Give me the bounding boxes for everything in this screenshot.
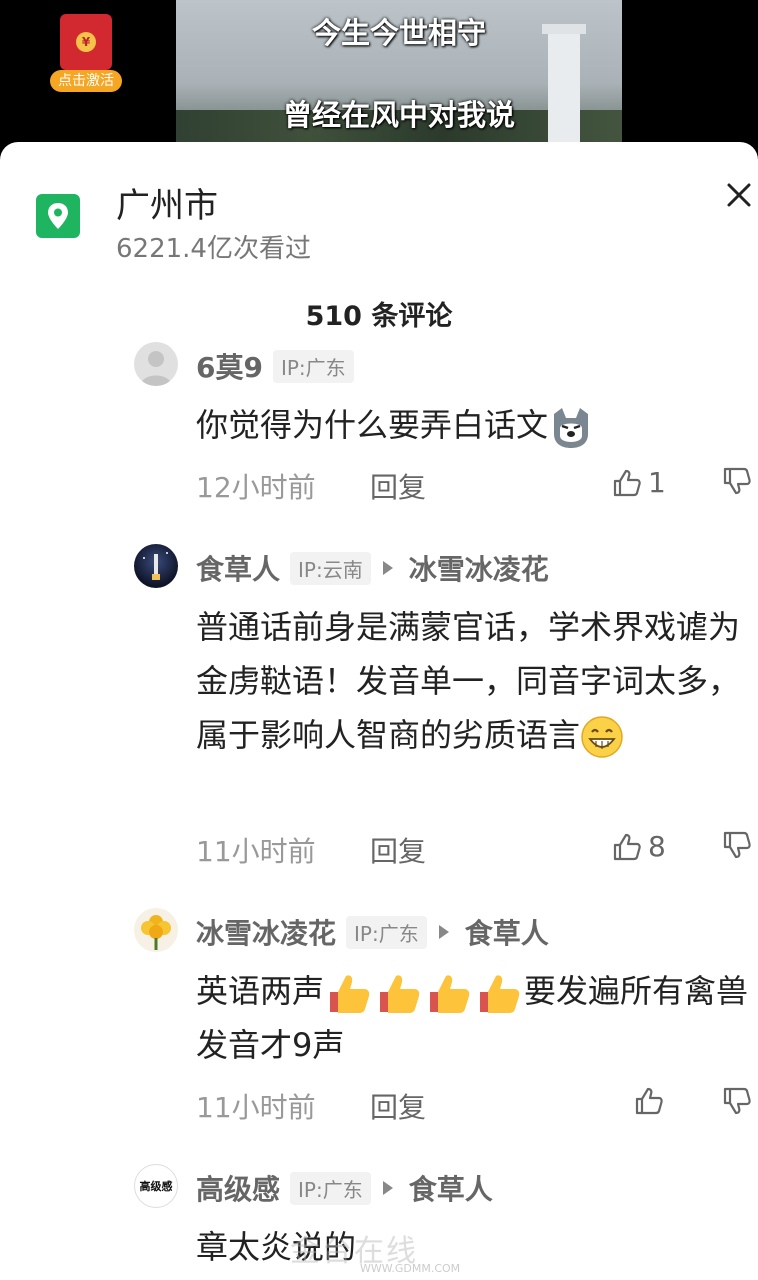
thumbs-up-emoji-icon xyxy=(480,975,520,1013)
ip-badge: IP:广东 xyxy=(290,1171,371,1205)
comment-text: 章太炎说的 xyxy=(196,1220,758,1274)
video-lyric-line-2: 曾经在风中对我说 xyxy=(282,98,515,132)
video-preview[interactable]: 今生今世相守 曾经在风中对我说 xyxy=(176,0,622,150)
ip-badge: IP:广东 xyxy=(346,915,427,949)
location-title[interactable]: 广州市 xyxy=(116,178,218,227)
close-icon xyxy=(727,183,751,207)
thumbs-down-icon xyxy=(723,467,751,495)
comment-time: 11小时前 xyxy=(196,835,316,868)
comment-text: 你觉得为什么要弄白话文 xyxy=(196,398,758,452)
flower-avatar-icon xyxy=(141,915,171,950)
ip-badge: IP:广东 xyxy=(272,349,354,383)
rocket-avatar-icon xyxy=(143,552,168,580)
location-pin-icon xyxy=(36,194,80,238)
reply-button[interactable]: 回复 xyxy=(370,830,426,870)
default-avatar-icon xyxy=(140,351,172,386)
reply-to-user[interactable]: 食草人 xyxy=(465,912,549,952)
like-count: 8 xyxy=(648,830,666,863)
like-count: 1 xyxy=(648,466,666,499)
comment-author[interactable]: 冰雪冰凌花 xyxy=(196,912,336,952)
red-packet-button[interactable]: ¥ 点击激活 xyxy=(50,14,122,92)
coin-icon: ¥ xyxy=(76,32,96,52)
reply-arrow-icon xyxy=(438,925,449,939)
avatar[interactable] xyxy=(134,544,178,588)
comment-text: 普通话前身是满蒙官话，学术界戏谑为金虏鞑语！发音单一，同音字词太多，属于影响人智… xyxy=(196,600,758,762)
reply-to-user[interactable]: 食草人 xyxy=(409,1168,493,1208)
thumbs-up-icon xyxy=(635,1087,663,1115)
watermark-url: WWW.GDMM.COM xyxy=(360,1262,461,1275)
dislike-button[interactable] xyxy=(722,1086,752,1120)
comment-body-part-1: 英语两声 xyxy=(196,972,325,1010)
reply-button[interactable]: 回复 xyxy=(370,466,426,506)
comment-text: 英语两声 要发遍所有禽兽发音才9声 xyxy=(196,964,758,1072)
comment-sheet: 广州市 6221.4亿次看过 510 条评论 6莫9 IP:广东 你觉得为什么要… xyxy=(0,142,758,1280)
dislike-button[interactable] xyxy=(722,830,752,864)
comment-body: 你觉得为什么要弄白话文 xyxy=(196,406,549,444)
reply-to-user[interactable]: 冰雪冰凌花 xyxy=(409,548,549,588)
thumbs-up-icon xyxy=(613,833,641,860)
comment-author[interactable]: 高级感 xyxy=(196,1168,280,1208)
thumbs-down-icon xyxy=(723,1087,751,1115)
comment-time: 11小时前 xyxy=(196,1091,316,1124)
avatar[interactable] xyxy=(134,908,178,952)
like-button[interactable]: 8 xyxy=(612,830,666,863)
avatar[interactable] xyxy=(134,342,178,386)
comment-count: 510 条评论 xyxy=(305,301,453,332)
red-packet-label: 点击激活 xyxy=(50,70,122,92)
thumbs-up-emoji-icon xyxy=(430,975,470,1013)
comment-time: 12小时前 xyxy=(196,471,316,504)
close-button[interactable] xyxy=(722,178,756,212)
thumbs-up-icon xyxy=(613,469,641,496)
location-views: 6221.4亿次看过 xyxy=(116,234,311,264)
grin-emoji-icon xyxy=(581,716,623,758)
thumbs-up-emoji-icon xyxy=(380,975,420,1013)
avatar-text: 高级感 xyxy=(139,1180,173,1193)
ip-badge: IP:云南 xyxy=(290,551,371,585)
thumbs-up-emoji-icon xyxy=(330,975,370,1013)
reply-button[interactable]: 回复 xyxy=(370,1086,426,1126)
reply-arrow-icon xyxy=(382,561,393,575)
comment-body: 普通话前身是满蒙官话，学术界戏谑为金虏鞑语！发音单一，同音字词太多，属于影响人智… xyxy=(196,608,741,754)
comment-author[interactable]: 食草人 xyxy=(196,548,280,588)
like-button[interactable]: 1 xyxy=(612,466,666,499)
video-lyric-line-1: 今生今世相守 xyxy=(311,16,486,50)
comment-author[interactable]: 6莫9 xyxy=(196,346,263,386)
like-button[interactable] xyxy=(634,1086,670,1116)
doge-emoji-icon xyxy=(554,408,589,448)
avatar[interactable]: 高级感 xyxy=(134,1164,178,1208)
dislike-button[interactable] xyxy=(722,466,752,500)
reply-arrow-icon xyxy=(382,1181,393,1195)
thumbs-down-icon xyxy=(723,831,751,859)
